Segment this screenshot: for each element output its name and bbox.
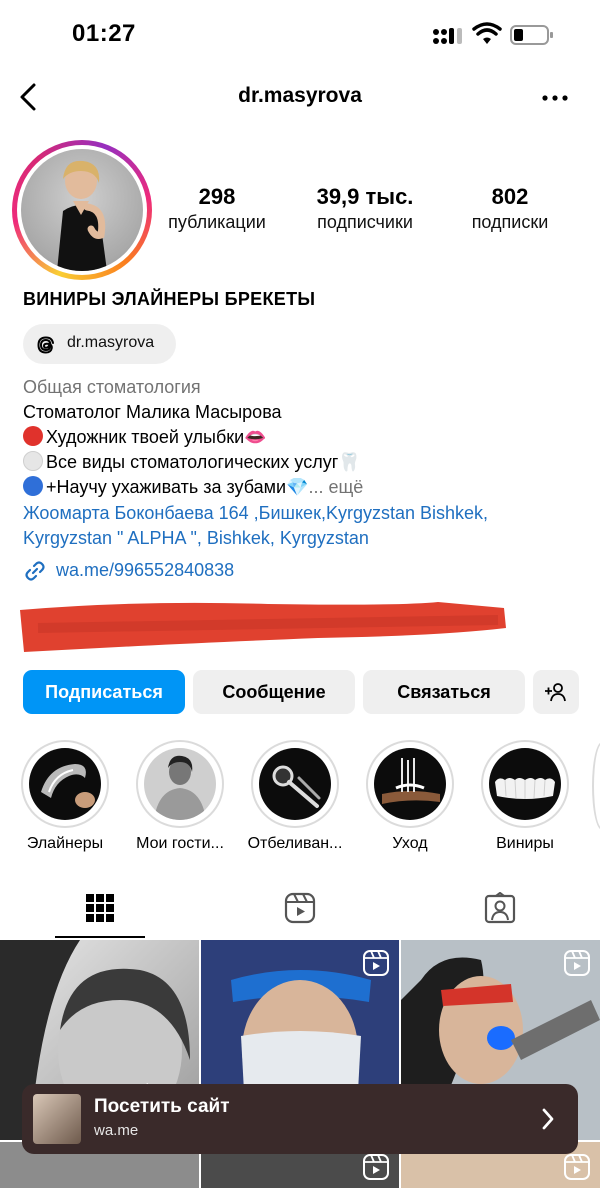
active-tab-indicator <box>55 936 145 938</box>
white-circle-icon <box>23 451 43 471</box>
highlight-veneers[interactable]: Виниры <box>477 740 573 853</box>
red-circle-icon <box>23 426 43 446</box>
highlight-cover-image <box>489 748 561 820</box>
banner-subtitle: wa.me <box>94 1122 139 1139</box>
top-nav: dr.masyrova <box>0 70 600 124</box>
address-line-2[interactable]: Kyrgyzstan " ALPHA ", Bishkek, Kyrgyzsta… <box>23 526 583 551</box>
message-button[interactable]: Сообщение <box>193 670 355 714</box>
profile-link-text: wa.me/996552840838 <box>56 560 235 580</box>
bio-line-services: Все виды стоматологических услуг🦷 <box>23 450 583 475</box>
highlight-cover-image <box>374 748 446 820</box>
following-count: 802 <box>491 184 529 209</box>
highlight-cover-image <box>144 748 216 820</box>
highlight-cover-image <box>259 748 331 820</box>
status-time: 01:27 <box>72 20 136 47</box>
highlight-label: Мои гости... <box>136 835 224 852</box>
avatar <box>21 149 143 271</box>
blue-circle-icon <box>23 476 43 496</box>
highlight-cover-image <box>29 748 101 820</box>
tagged-person-icon <box>484 892 516 924</box>
link-icon <box>25 561 45 581</box>
following-label: подписки <box>471 212 549 232</box>
banner-thumbnail <box>33 1094 81 1144</box>
followers-stat[interactable]: 39,9 тыс. подписчики <box>302 184 428 234</box>
bio-line-care: +Научу ухаживать за зубами💎... ещё <box>23 475 583 500</box>
avatar-story-ring[interactable] <box>12 140 152 280</box>
followers-count: 39,9 тыс. <box>316 184 414 209</box>
bio-line-name: Стоматолог Малика Масырова <box>23 402 282 422</box>
reel-badge-icon <box>564 1154 590 1180</box>
follow-button[interactable]: Подписаться <box>23 670 185 714</box>
battery-icon <box>510 25 553 45</box>
tab-posts-grid[interactable] <box>0 880 200 940</box>
highlight-partial[interactable] <box>592 742 600 830</box>
reel-badge-icon <box>363 950 389 976</box>
highlight-label: Элайнеры <box>26 835 104 852</box>
profile-category: Общая стоматология <box>23 377 201 397</box>
wifi-icon <box>472 22 502 44</box>
profile-username: dr.masyrova <box>238 84 362 107</box>
grid-icon <box>86 894 114 922</box>
highlight-my-guests[interactable]: Мои гости... <box>132 740 228 853</box>
posts-stat[interactable]: 298 публикации <box>160 184 274 234</box>
posts-label: публикации <box>168 212 266 232</box>
threads-handle: dr.masyrova <box>67 334 155 351</box>
cellular-signal-icon <box>433 28 462 44</box>
add-person-icon <box>545 683 566 702</box>
avatar-portrait-image <box>57 160 107 271</box>
highlight-label: Виниры <box>496 835 554 852</box>
followers-label: подписчики <box>317 212 413 232</box>
contact-button[interactable]: Связаться <box>363 670 525 714</box>
posts-count: 298 <box>198 184 236 209</box>
highlight-care[interactable]: Уход <box>362 740 458 853</box>
bio-line-artist: Художник твоей улыбки👄 <box>23 425 583 450</box>
highlight-whitening[interactable]: Отбеливан... <box>247 740 343 853</box>
chevron-right-icon <box>542 1108 554 1130</box>
profile-tabs <box>0 880 600 940</box>
bio-more-link[interactable]: ... ещё <box>308 477 363 497</box>
highlight-label: Уход <box>392 835 428 852</box>
highlight-label: Отбеливан... <box>247 835 343 852</box>
visit-site-banner[interactable]: Посетить сайт wa.me <box>22 1084 578 1154</box>
status-bar: 01:27 <box>0 0 600 70</box>
tab-reels[interactable] <box>200 880 400 940</box>
address-line-1[interactable]: Жоомарта Боконбаева 164 ,Бишкек,Kyrgyzst… <box>23 501 583 526</box>
threads-badge[interactable]: dr.masyrova <box>23 324 176 364</box>
reel-badge-icon <box>564 950 590 976</box>
banner-title: Посетить сайт <box>94 1096 230 1117</box>
following-stat[interactable]: 802 подписки <box>460 184 560 234</box>
redaction-scribble <box>20 602 506 652</box>
more-options-icon[interactable] <box>540 88 570 108</box>
suggested-people-button[interactable] <box>533 670 579 714</box>
reels-icon <box>284 892 316 924</box>
highlight-aligners[interactable]: Элайнеры <box>17 740 113 853</box>
profile-headline: ВИНИРЫ ЭЛАЙНЕРЫ БРЕКЕТЫ <box>23 289 316 309</box>
threads-icon <box>37 336 54 354</box>
tab-tagged[interactable] <box>400 880 600 940</box>
reel-badge-icon <box>363 1154 389 1180</box>
